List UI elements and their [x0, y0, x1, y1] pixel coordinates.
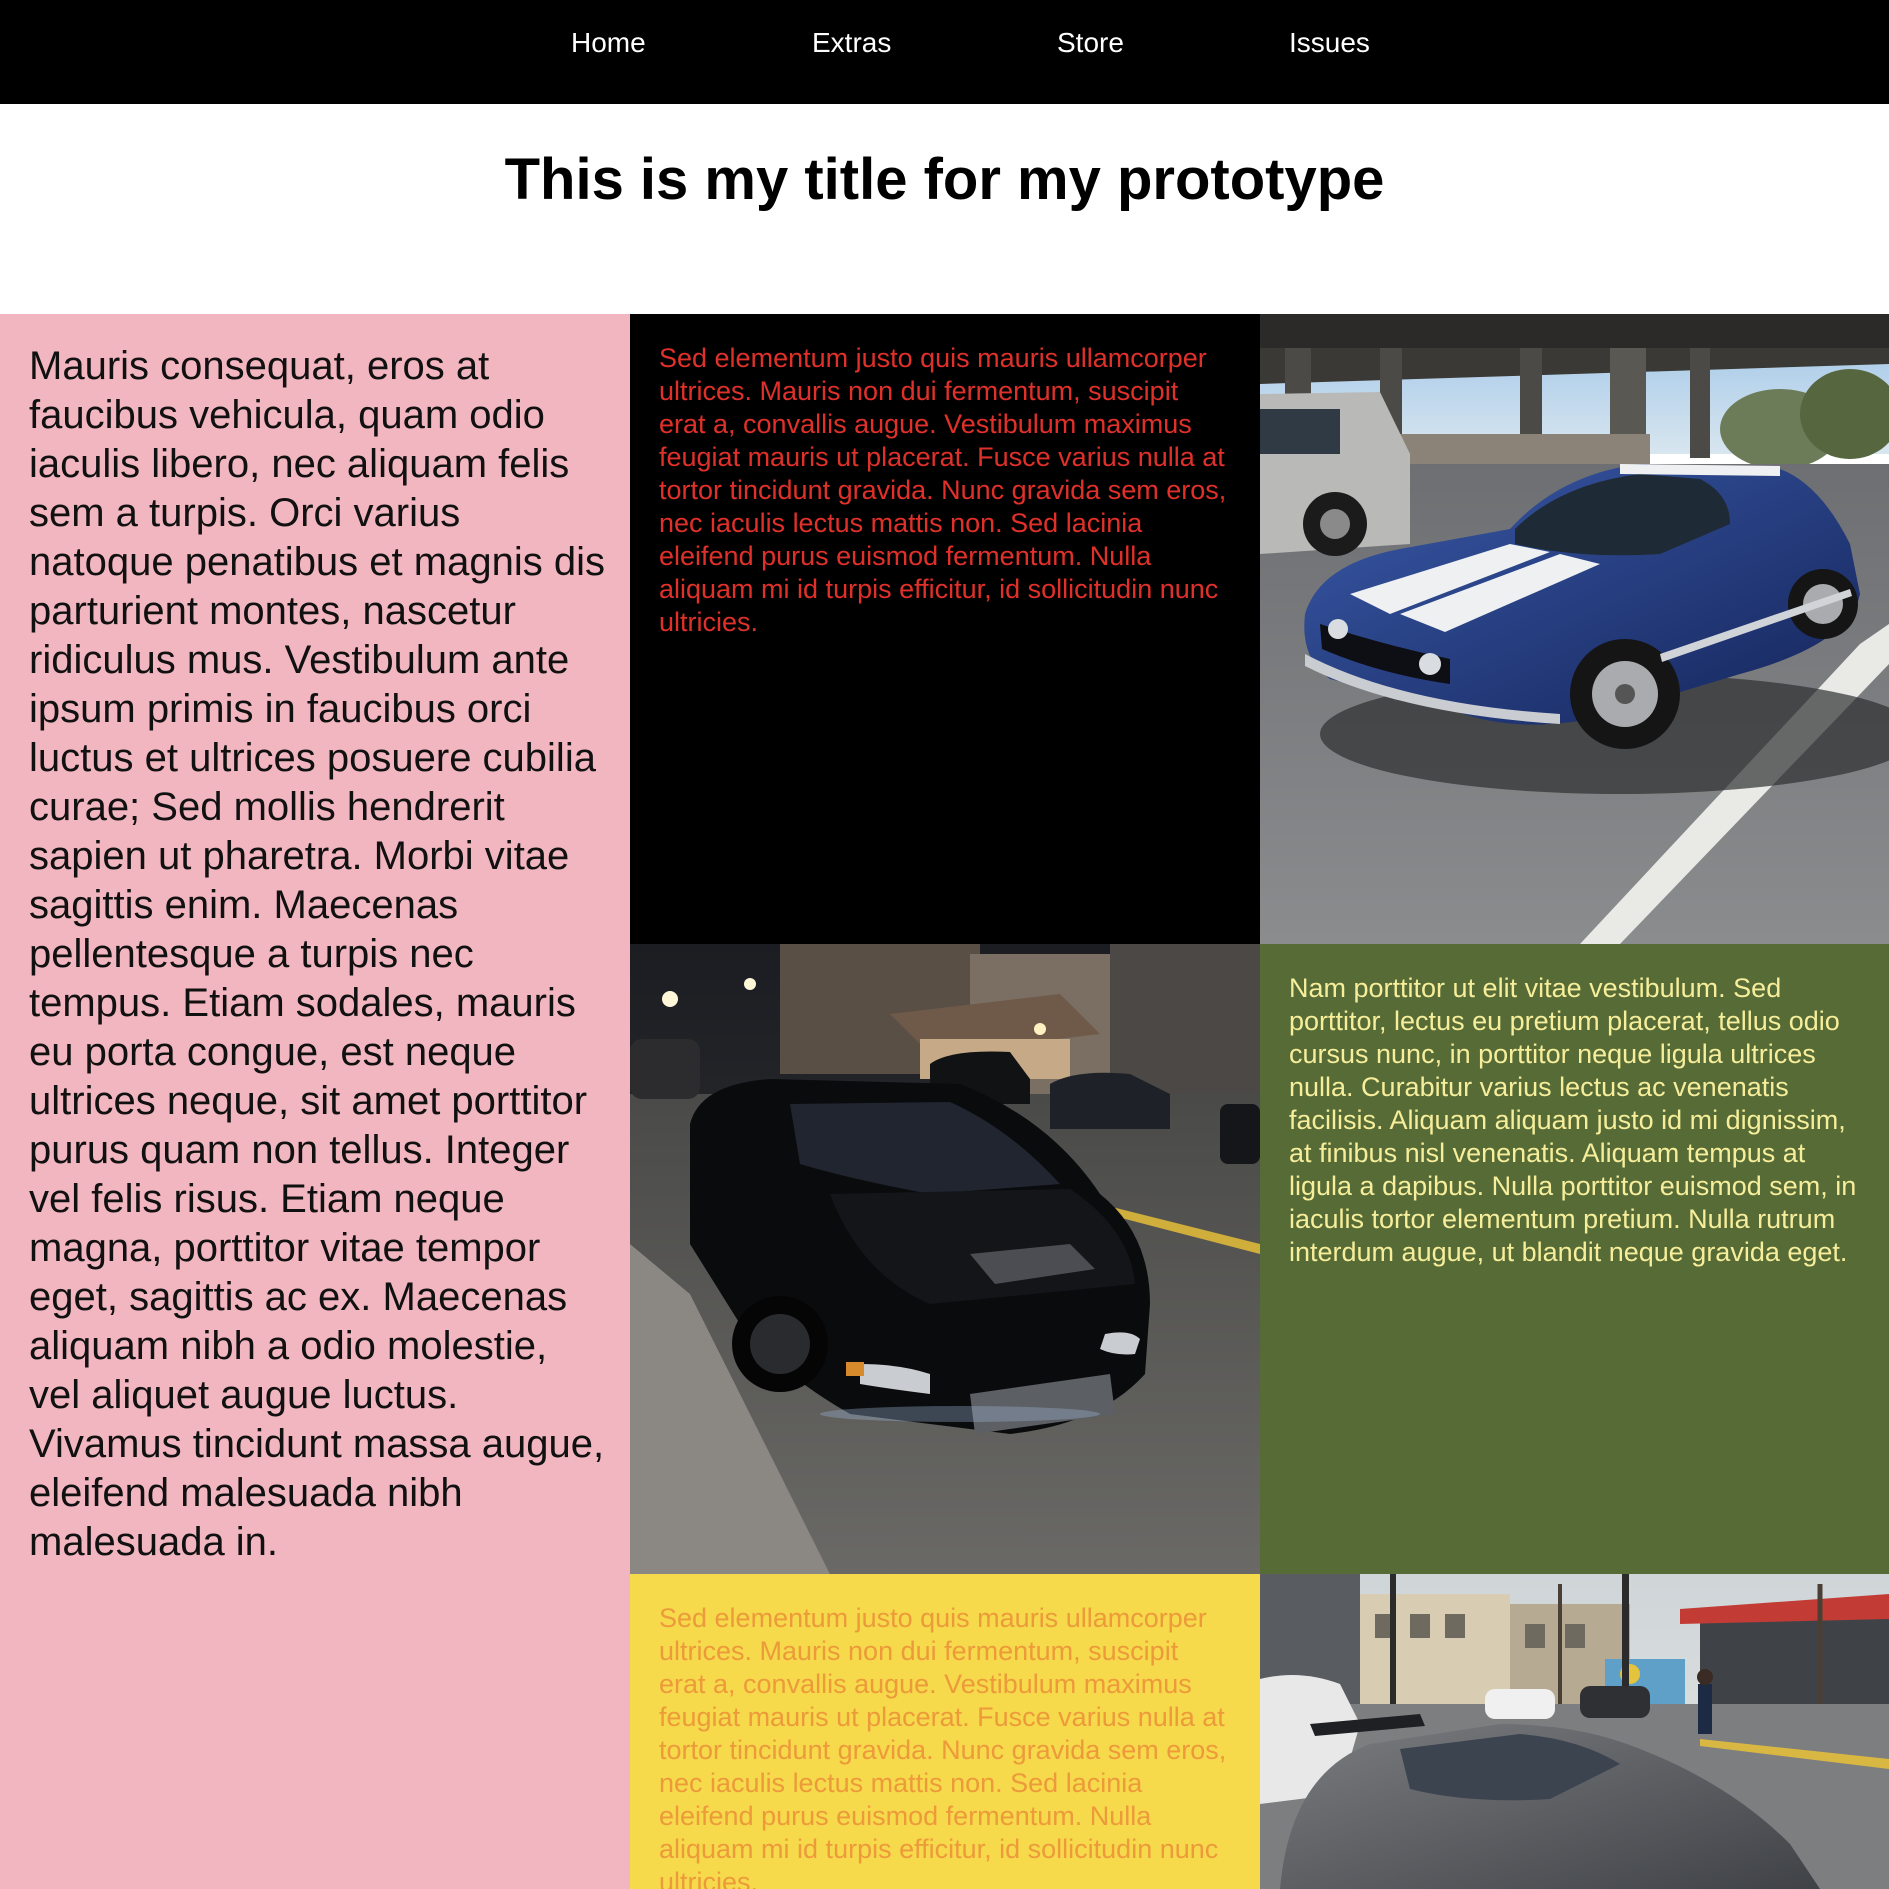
- page-title: This is my title for my prototype: [504, 147, 1385, 212]
- yellow-text-panel: Sed elementum justo quis mauris ullamcor…: [630, 1574, 1260, 1889]
- nav-link-extras[interactable]: Extras: [812, 24, 891, 62]
- green-panel-text: Nam porttitor ut elit vitae vestibulum. …: [1289, 973, 1857, 1267]
- gray-car-photo: [1260, 1574, 1889, 1889]
- blue-car-photo: [1260, 314, 1889, 944]
- black-panel-text: Sed elementum justo quis mauris ullamcor…: [659, 343, 1227, 637]
- nav-link-store[interactable]: Store: [1057, 24, 1124, 62]
- green-text-panel: Nam porttitor ut elit vitae vestibulum. …: [1260, 944, 1889, 1574]
- black-car-photo: [630, 944, 1260, 1574]
- black-text-panel: Sed elementum justo quis mauris ullamcor…: [630, 314, 1260, 944]
- pink-text-panel: Mauris consequat, eros at faucibus vehic…: [0, 314, 630, 1889]
- yellow-panel-text: Sed elementum justo quis mauris ullamcor…: [659, 1603, 1227, 1889]
- pink-panel-text: Mauris consequat, eros at faucibus vehic…: [29, 344, 605, 1564]
- title-section: This is my title for my prototype: [0, 104, 1889, 314]
- nav-link-issues[interactable]: Issues: [1289, 24, 1370, 62]
- nav-link-home[interactable]: Home: [571, 24, 646, 62]
- top-navbar: Home Extras Store Issues: [0, 0, 1889, 104]
